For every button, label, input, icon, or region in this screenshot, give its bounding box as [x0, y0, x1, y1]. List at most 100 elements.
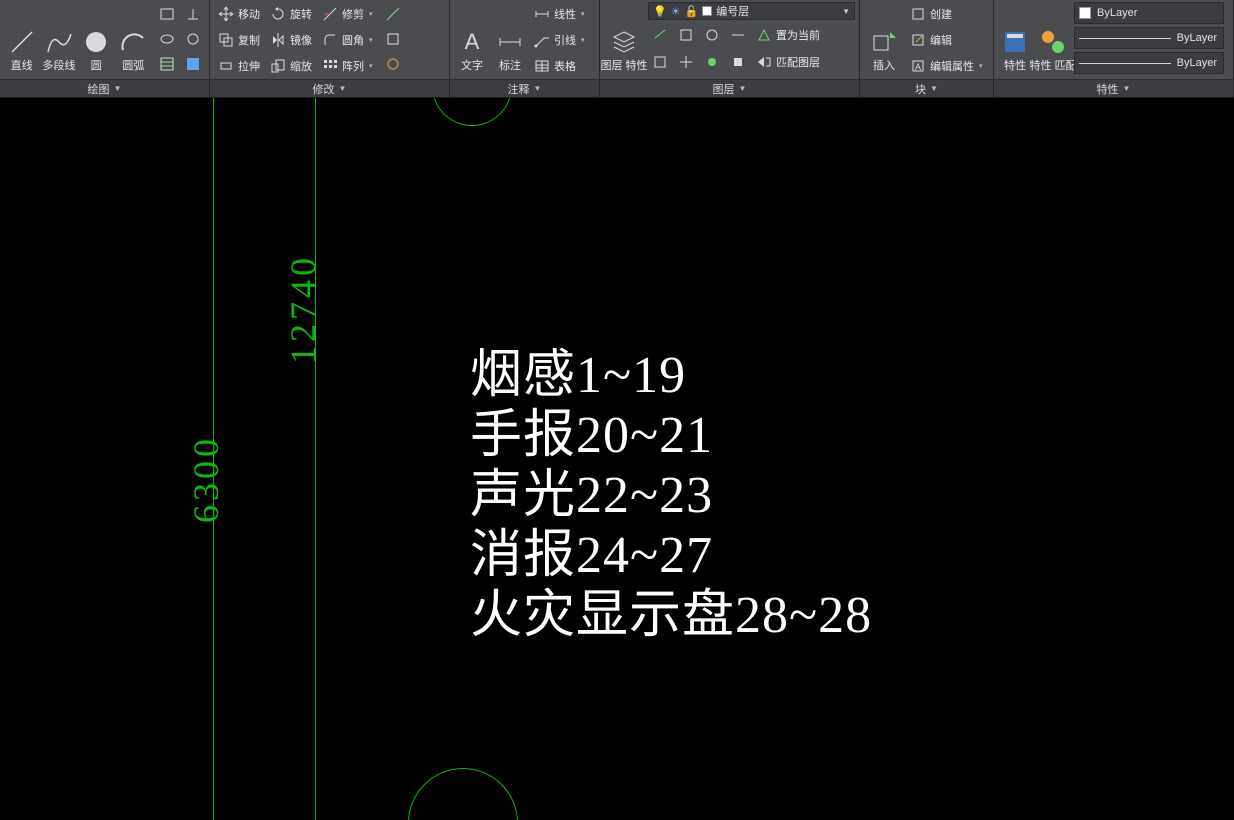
table-icon — [534, 58, 550, 74]
properties-label: 特性 — [1004, 60, 1026, 72]
draw-hatch-button[interactable] — [155, 52, 179, 76]
layer-properties-label: 图层 特性 — [600, 60, 647, 72]
linear-button[interactable]: 线性▾ — [530, 2, 589, 26]
edit-attr-icon: A — [910, 58, 926, 74]
dwg-arc-bottom — [408, 768, 518, 820]
text-line-1: 烟感1~19 — [470, 346, 872, 406]
array-label: 阵列 — [342, 58, 364, 74]
layer-tool-f[interactable] — [674, 50, 698, 74]
circle-button[interactable]: 圆 — [79, 2, 114, 76]
layer-tool-g[interactable] — [700, 50, 724, 74]
color-value: ByLayer — [1097, 7, 1137, 19]
panel-draw-title[interactable]: 绘图▼ — [0, 79, 209, 97]
match-layer-icon — [756, 54, 772, 70]
create-block-icon — [910, 6, 926, 22]
properties-icon — [1001, 28, 1029, 56]
modify-tool-c[interactable] — [381, 52, 405, 76]
panel-draw: 直线 多段线 圆 圆弧 — [0, 0, 210, 97]
stretch-icon — [218, 58, 234, 74]
insert-button[interactable]: 插入 — [864, 2, 904, 76]
layer-bulb-icon: 💡 — [653, 5, 667, 18]
ribbon: 直线 多段线 圆 圆弧 — [0, 0, 1234, 98]
match-properties-button[interactable]: 特性 匹配 — [1036, 2, 1070, 76]
fillet-button[interactable]: 圆角▾ — [318, 28, 377, 52]
layer-sun-icon: ☀ — [671, 5, 681, 18]
trim-icon — [322, 6, 338, 22]
panel-modify-title[interactable]: 修改▼ — [210, 79, 449, 97]
modify-tool-a[interactable] — [381, 2, 405, 26]
lineweight-dropdown[interactable]: ByLayer — [1074, 27, 1224, 49]
draw-tool-b[interactable] — [181, 27, 205, 51]
match-properties-label: 特性 匹配 — [1029, 60, 1076, 72]
polyline-button[interactable]: 多段线 — [41, 2, 76, 76]
panel-annot-title[interactable]: 注释▼ — [450, 79, 599, 97]
panel-block: 插入 创建 编辑 A 编辑属性▾ 块▼ — [860, 0, 994, 97]
stretch-button[interactable]: 拉伸 — [214, 54, 264, 78]
properties-button[interactable]: 特性 — [998, 2, 1032, 76]
mirror-icon — [270, 32, 286, 48]
draw-rect-button[interactable] — [155, 2, 179, 26]
table-button[interactable]: 表格 — [530, 54, 589, 78]
dim-button[interactable]: 标注 — [492, 2, 528, 76]
layer-properties-button[interactable]: 图层 特性 — [604, 2, 644, 76]
dimension-a: 6300 — [185, 435, 227, 523]
scale-button[interactable]: 缩放 — [266, 54, 316, 78]
layer-tool-a[interactable] — [648, 23, 672, 47]
leader-label: 引线 — [554, 32, 576, 48]
text-line-2: 手报20~21 — [470, 406, 872, 466]
arc-label: 圆弧 — [122, 60, 144, 72]
panel-block-title[interactable]: 块▼ — [860, 79, 993, 97]
copy-icon — [218, 32, 234, 48]
rotate-icon — [270, 6, 286, 22]
polyline-label: 多段线 — [42, 60, 75, 72]
line-button[interactable]: 直线 — [4, 2, 39, 76]
edit-block-label: 编辑 — [930, 32, 952, 48]
set-current-button[interactable]: 置为当前 — [752, 23, 824, 47]
modify-tool-b[interactable] — [381, 27, 405, 51]
scale-icon — [270, 58, 286, 74]
dimension-b: 12740 — [282, 254, 324, 364]
linear-label: 线性 — [554, 6, 576, 22]
create-block-button[interactable]: 创建 — [906, 2, 987, 26]
layers-icon — [610, 28, 638, 56]
panel-props-title[interactable]: 特性▼ — [994, 79, 1233, 97]
color-dropdown[interactable]: ByLayer — [1074, 2, 1224, 24]
array-button[interactable]: 阵列▾ — [318, 54, 377, 78]
mirror-button[interactable]: 镜像 — [266, 28, 316, 52]
layer-tool-d[interactable] — [726, 23, 750, 47]
draw-tool-a[interactable] — [181, 2, 205, 26]
trim-button[interactable]: 修剪▾ — [318, 2, 377, 26]
dim-label: 标注 — [499, 60, 521, 72]
layer-dropdown[interactable]: 💡 ☀ 🔓 编号层 ▼ — [648, 2, 855, 20]
circle-label: 圆 — [91, 60, 102, 72]
layer-tool-e[interactable] — [648, 50, 672, 74]
edit-block-button[interactable]: 编辑 — [906, 28, 987, 52]
draw-ellipse-button[interactable] — [155, 27, 179, 51]
drawing-canvas[interactable]: 6300 12740 烟感1~19 手报20~21 声光22~23 消报24~2… — [0, 98, 1234, 820]
edit-block-icon — [910, 32, 926, 48]
table-label: 表格 — [554, 58, 576, 74]
text-button[interactable]: A 文字 — [454, 2, 490, 76]
move-label: 移动 — [238, 6, 260, 22]
arc-button[interactable]: 圆弧 — [116, 2, 151, 76]
linetype-dropdown[interactable]: ByLayer — [1074, 52, 1224, 74]
copy-button[interactable]: 复制 — [214, 28, 264, 52]
array-icon — [322, 58, 338, 74]
move-button[interactable]: 移动 — [214, 2, 264, 26]
color-swatch — [1079, 7, 1091, 19]
leader-button[interactable]: 引线▾ — [530, 28, 589, 52]
layer-tool-h[interactable] — [726, 50, 750, 74]
match-layer-button[interactable]: 匹配图层 — [752, 50, 824, 74]
lineweight-value: ByLayer — [1177, 32, 1217, 44]
panel-props-title-text: 特性 — [1097, 81, 1119, 97]
linetype-value: ByLayer — [1177, 57, 1217, 69]
draw-tool-c[interactable] — [181, 52, 205, 76]
line-icon — [8, 28, 36, 56]
panel-layers-title[interactable]: 图层▼ — [600, 79, 859, 97]
layer-tool-b[interactable] — [674, 23, 698, 47]
insert-icon — [870, 28, 898, 56]
rotate-button[interactable]: 旋转 — [266, 2, 316, 26]
layer-tool-c[interactable] — [700, 23, 724, 47]
edit-attr-button[interactable]: A 编辑属性▾ — [906, 54, 987, 78]
svg-text:A: A — [915, 62, 921, 72]
